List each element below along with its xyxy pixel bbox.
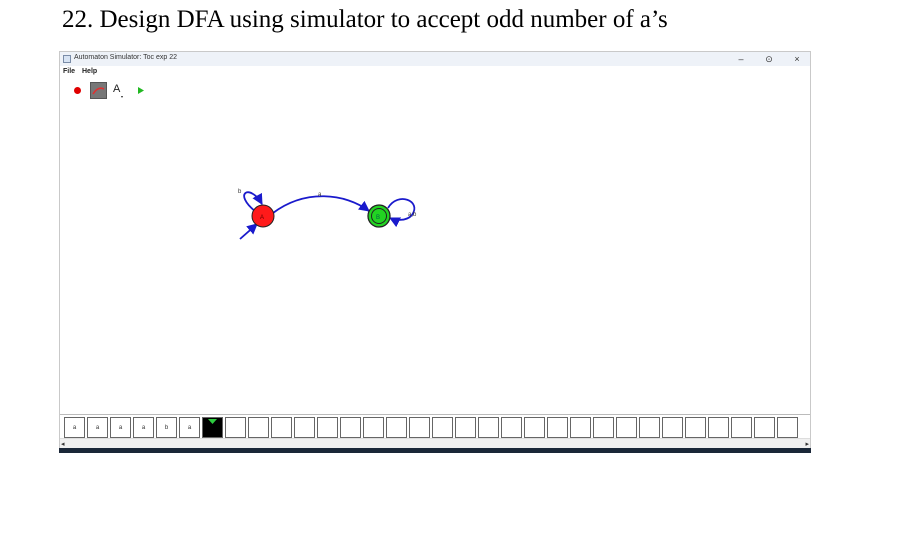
state-label-A: A: [260, 215, 264, 221]
tape-cell[interactable]: [225, 417, 246, 438]
tape-cell[interactable]: [294, 417, 315, 438]
window-title: Automaton Simulator: Toc exp 22: [74, 54, 177, 61]
automaton-canvas[interactable]: b a a,b A B: [60, 101, 810, 414]
tape-cell[interactable]: [754, 417, 775, 438]
run-tool[interactable]: [132, 82, 149, 99]
close-button[interactable]: ×: [786, 53, 808, 65]
taskbar: [59, 448, 811, 453]
tape-head-marker-icon: [208, 419, 217, 424]
tape-cell[interactable]: a: [87, 417, 108, 438]
tape-cell[interactable]: [616, 417, 637, 438]
tape-cell[interactable]: [570, 417, 591, 438]
tape-cell[interactable]: [593, 417, 614, 438]
state-label-B: B: [376, 215, 380, 221]
menu-help[interactable]: Help: [82, 68, 97, 75]
restore-button[interactable]: ⊙: [758, 53, 780, 65]
tape-cell[interactable]: [478, 417, 499, 438]
tape-cell[interactable]: [386, 417, 407, 438]
document-heading: 22. Design DFA using simulator to accept…: [62, 6, 668, 33]
transition-label-A-A: b: [238, 189, 242, 195]
transition-label-B-B: a,b: [408, 212, 417, 218]
tape-cell[interactable]: [639, 417, 660, 438]
text-tool-caret: [121, 96, 123, 98]
tape-cell[interactable]: a: [64, 417, 85, 438]
minimize-button[interactable]: –: [730, 53, 752, 65]
tape-cell[interactable]: [501, 417, 522, 438]
menu-bar: File Help: [60, 67, 810, 78]
transition-A-B[interactable]: [272, 195, 370, 214]
tape-cell[interactable]: [685, 417, 706, 438]
tape-cell[interactable]: [248, 417, 269, 438]
tape-cell[interactable]: [455, 417, 476, 438]
tape-head-cell[interactable]: [202, 417, 223, 438]
add-transition-icon: [92, 87, 105, 95]
title-bar[interactable]: Automaton Simulator: Toc exp 22 – ⊙ ×: [60, 52, 810, 66]
tape-cell[interactable]: [432, 417, 453, 438]
tape-cell[interactable]: a: [110, 417, 131, 438]
add-state-icon: [74, 87, 81, 94]
run-icon: [138, 87, 144, 94]
add-state-tool[interactable]: [69, 82, 86, 99]
tape-cell[interactable]: [524, 417, 545, 438]
text-tool[interactable]: A: [110, 82, 127, 99]
menu-file[interactable]: File: [63, 68, 75, 75]
tape-cell[interactable]: [662, 417, 683, 438]
tape-cell[interactable]: b: [156, 417, 177, 438]
tape-cell[interactable]: [777, 417, 798, 438]
tape-cell[interactable]: [731, 417, 752, 438]
tape-cell[interactable]: a: [133, 417, 154, 438]
tape-cell[interactable]: [409, 417, 430, 438]
tape-cell[interactable]: a: [179, 417, 200, 438]
app-icon: [63, 55, 71, 63]
tape-cell[interactable]: [340, 417, 361, 438]
toolbar: A: [60, 79, 810, 102]
initial-state-arrow: [239, 223, 258, 240]
automaton-diagram: b a a,b A B: [238, 189, 417, 240]
tape-cell[interactable]: [317, 417, 338, 438]
tape-cell[interactable]: [271, 417, 292, 438]
input-tape: a a a a b a: [60, 414, 810, 439]
automaton-simulator-window: Automaton Simulator: Toc exp 22 – ⊙ × Fi…: [59, 51, 811, 452]
add-transition-tool[interactable]: [90, 82, 107, 99]
tape-cell[interactable]: [547, 417, 568, 438]
tape-cell[interactable]: [708, 417, 729, 438]
tape-cell[interactable]: [363, 417, 384, 438]
